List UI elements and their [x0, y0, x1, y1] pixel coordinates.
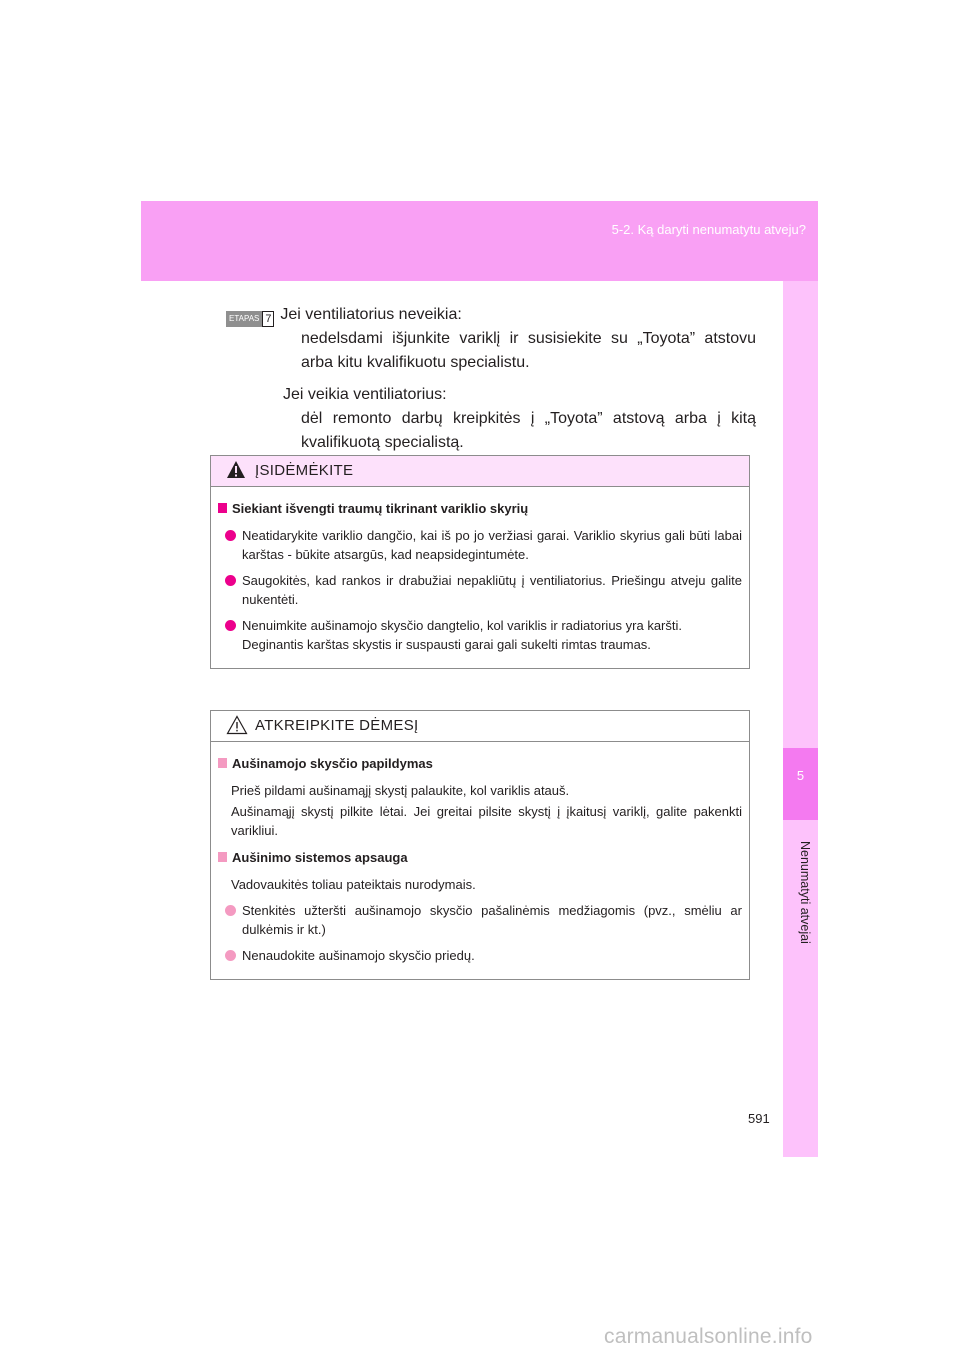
- side-tab: 5 Nenumatyti atvejai: [783, 281, 818, 1157]
- list-item-text: Neatidarykite variklio dangčio, kai iš p…: [242, 528, 742, 562]
- notice-paragraph: Vadovaukitės toliau pateiktais nurodymai…: [231, 877, 476, 892]
- page-number: 591: [748, 1111, 770, 1126]
- list-item-text: Nenaudokite aušinamojo skysčio priedų.: [242, 948, 475, 963]
- step-action-1: nedelsdami išjunkite variklį ir susisiek…: [301, 330, 756, 371]
- caution-box: ĮSIDĖMĖKITE Siekiant išvengti traumų tik…: [210, 455, 750, 669]
- warning-filled-icon: [227, 461, 245, 478]
- step-badge-word: ETAPAS: [226, 311, 263, 327]
- bullet-icon: [225, 575, 236, 586]
- header-band: 5-2. Ką daryti nenumatytu atveju?: [141, 201, 818, 281]
- notice-title: ATKREIPKITE DĖMESĮ: [255, 717, 419, 734]
- caution-title: ĮSIDĖMĖKITE: [255, 462, 354, 479]
- chapter-label: Nenumatyti atvejai: [798, 841, 812, 944]
- watermark[interactable]: carmanualsonline.info: [604, 1325, 813, 1349]
- notice-body: Aušinamojo skysčio papildymas Prieš pild…: [211, 742, 749, 979]
- notice-heading-2: Aušinimo sistemos apsauga: [218, 848, 742, 867]
- step-badge: ETAPAS 7: [226, 311, 275, 327]
- step-badge-number: 7: [262, 311, 275, 327]
- bullet-icon: [225, 950, 236, 961]
- list-item-text: Nenuimkite aušinamojo skysčio dangtelio,…: [242, 618, 683, 633]
- caution-body: Siekiant išvengti traumų tikrinant varik…: [211, 487, 749, 668]
- warning-outline-icon: [226, 715, 248, 735]
- list-item-note: Deginantis karštas skystis ir suspausti …: [242, 637, 651, 652]
- list-item: Nenuimkite aušinamojo skysčio dangtelio,…: [218, 616, 742, 654]
- step-condition-2: Jei veikia ventiliatorius:: [283, 386, 447, 403]
- chapter-number: 5: [796, 768, 805, 783]
- caution-header: ĮSIDĖMĖKITE: [211, 456, 749, 487]
- notice-box: ATKREIPKITE DĖMESĮ Aušinamojo skysčio pa…: [210, 710, 750, 980]
- list-item-text: Stenkitės užteršti aušinamojo skysčio pa…: [242, 903, 742, 937]
- list-item: Stenkitės užteršti aušinamojo skysčio pa…: [218, 901, 742, 939]
- notice-paragraph: Prieš pildami aušinamąjį skystį palaukit…: [231, 783, 570, 798]
- notice-paragraph: Aušinamąjį skystį pilkite lėtai. Jei gre…: [231, 804, 742, 838]
- step-condition-1: Jei ventiliatorius neveikia:: [280, 306, 462, 323]
- list-item: Neatidarykite variklio dangčio, kai iš p…: [218, 526, 742, 564]
- section-title: 5-2. Ką daryti nenumatytu atveju?: [611, 222, 806, 237]
- list-item: Nenaudokite aušinamojo skysčio priedų.: [218, 946, 742, 965]
- step-action-2: dėl remonto darbų kreipkitės į „Toyota” …: [301, 410, 756, 451]
- step-7: ETAPAS 7 Jei ventiliatorius neveikia: ned…: [226, 303, 756, 455]
- notice-heading-1: Aušinamojo skysčio papildymas: [218, 754, 742, 773]
- bullet-icon: [225, 530, 236, 541]
- bullet-icon: [225, 905, 236, 916]
- chapter-block[interactable]: 5: [783, 748, 818, 820]
- bullet-icon: [225, 620, 236, 631]
- notice-header: ATKREIPKITE DĖMESĮ: [211, 711, 749, 742]
- list-item: Saugokitės, kad rankos ir drabužiai nepa…: [218, 571, 742, 609]
- caution-heading: Siekiant išvengti traumų tikrinant varik…: [218, 499, 742, 518]
- list-item-text: Saugokitės, kad rankos ir drabužiai nepa…: [242, 573, 742, 607]
